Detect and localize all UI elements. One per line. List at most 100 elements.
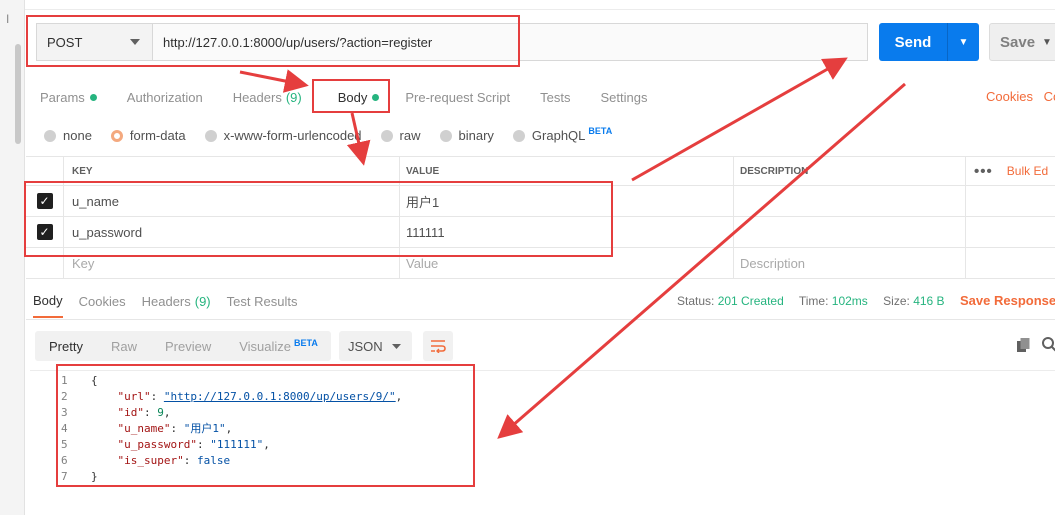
time-value: 102ms [831,294,868,308]
line-number: 3 [61,406,68,419]
save-label: Save [1000,33,1036,51]
save-button[interactable]: Save ▼ [989,23,1055,61]
json-key: "id" [117,406,145,419]
radio-label: binary [458,128,494,143]
table-header: KEY VALUE DESCRIPTION ••• Bulk Ed [26,156,1055,186]
row-check[interactable]: ✓ [26,186,64,216]
format-label: JSON [348,338,383,354]
checkbox-checked-icon[interactable]: ✓ [36,193,53,209]
row-actions [966,186,1055,216]
line-number: 5 [61,438,68,451]
more-icon[interactable]: ••• [974,163,993,180]
tab-test-results[interactable]: Test Results [227,293,298,318]
code-line: "id": 9, [117,406,171,419]
table-row: ✓ u_name 用户1 [26,186,1055,217]
radio-label: form-data [129,128,186,143]
description-placeholder[interactable]: Description [734,248,966,278]
tab-settings[interactable]: Settings [600,90,647,105]
value-field[interactable]: 111111 [400,217,734,247]
tab-response-body[interactable]: Body [33,293,63,318]
wrap-lines-button[interactable] [423,331,453,361]
radio-icon [204,129,217,142]
value-placeholder[interactable]: Value [400,248,734,278]
key-field[interactable]: u_password [64,217,400,247]
method-select[interactable]: POST [37,24,153,60]
view-mode-switcher: Pretty Raw Preview Visualize BETA [35,331,331,361]
key-field[interactable]: u_name [64,186,400,216]
tab-response-cookies[interactable]: Cookies [79,293,126,318]
method-label: POST [47,34,83,50]
table-row: ✓ u_password 111111 [26,217,1055,248]
search-icon[interactable] [1041,336,1055,352]
checkbox-checked-icon[interactable]: ✓ [36,224,53,240]
code-line: { [91,373,98,389]
code-link[interactable]: Co [1044,89,1055,104]
view-preview[interactable]: Preview [151,339,225,354]
sidebar-scrollbar[interactable] [15,44,21,144]
radio-raw[interactable]: raw [380,128,421,143]
time-label: Time: [798,294,829,308]
response-code-view: 1 { 2 "url": "http://127.0.0.1:8000/up/u… [30,370,1055,483]
radio-urlencoded[interactable]: x-www-form-urlencoded [204,128,362,143]
radio-icon [44,129,56,142]
tab-strip [25,0,1055,10]
line-number: 4 [61,422,68,435]
description-field[interactable] [734,186,966,216]
arrow-to-body-tab [239,69,309,93]
tab-label: Params [40,89,85,105]
tab-label: Tests [540,89,571,105]
description-field[interactable] [734,217,966,247]
radio-graphql[interactable]: GraphQL BETA [512,125,613,143]
key-placeholder[interactable]: Key [64,248,400,278]
tab-response-headers[interactable]: Headers (9) [142,293,211,318]
divider [26,319,1055,320]
response-status: Status: 201 Created Time: 102ms Size: 41… [677,294,957,308]
tab-label: Body [33,293,63,308]
radio-binary[interactable]: binary [439,128,494,143]
url-input[interactable]: http://127.0.0.1:8000/up/users/?action=r… [153,35,432,50]
tab-pre-request-script[interactable]: Pre-request Script [405,90,510,105]
chevron-down-icon[interactable]: ▼ [1042,37,1052,48]
tab-headers[interactable]: Headers (9) [233,90,302,105]
radio-none[interactable]: none [44,128,92,143]
radio-icon [439,129,452,142]
tab-body[interactable]: Body [338,90,380,105]
format-select[interactable]: JSON [339,331,412,361]
view-visualize[interactable]: Visualize BETA [225,338,332,354]
header-value: VALUE [400,157,734,185]
radio-label: raw [399,128,421,143]
tab-count: (9) [194,294,211,309]
value-field[interactable]: 用户1 [400,186,734,216]
radio-icon [380,129,393,142]
copy-icon[interactable] [1017,338,1030,352]
beta-badge: BETA [588,125,613,136]
form-data-table: KEY VALUE DESCRIPTION ••• Bulk Ed ✓ u_na… [26,156,1055,279]
cookies-link[interactable]: Cookies [986,89,1033,104]
send-button[interactable]: Send ▼ [879,23,979,61]
tabs-right-links: Cookies Co [986,89,1055,104]
header-check [26,157,64,185]
bulk-edit-link[interactable]: Bulk Ed [1007,164,1048,178]
json-value: 9 [157,406,164,419]
chevron-down-icon[interactable]: ▼ [948,37,979,48]
row-check[interactable]: ✓ [26,217,64,247]
view-pretty[interactable]: Pretty [35,339,97,354]
radio-label: GraphQL [531,128,586,143]
json-url-value[interactable]: "http://127.0.0.1:8000/up/users/9/" [164,390,396,403]
status-value: 201 Created [717,294,784,308]
status-dot-icon [372,93,380,101]
chevron-down-icon [392,343,401,349]
body-type-options: none form-data x-www-form-urlencoded raw… [44,125,631,143]
radio-icon [512,129,525,142]
radio-form-data[interactable]: form-data [110,128,186,143]
tab-tests[interactable]: Tests [540,90,570,105]
tab-authorization[interactable]: Authorization [127,90,203,105]
table-row-new: Key Value Description [26,248,1055,279]
visualize-label: Visualize [239,338,292,354]
save-response-button[interactable]: Save Response [960,293,1055,308]
view-raw[interactable]: Raw [97,339,151,354]
brace: } [91,470,98,483]
tab-params[interactable]: Params [40,90,97,105]
json-value: "用户1" [183,422,226,435]
line-number: 1 [61,374,68,387]
